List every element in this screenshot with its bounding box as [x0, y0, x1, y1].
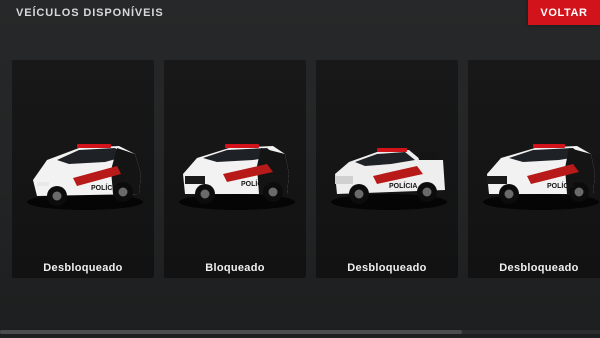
vehicle-card-hatchback[interactable]: POLÍCIA Desbloqueado — [12, 60, 154, 278]
horizontal-scrollbar[interactable] — [0, 330, 600, 334]
vehicle-status-label: Desbloqueado — [347, 262, 427, 274]
scrollbar-thumb[interactable] — [0, 330, 462, 334]
door-text: POLÍCIA — [547, 181, 575, 190]
door-text: POLÍCIA — [389, 181, 417, 190]
door-text: POLÍCIA — [241, 179, 269, 188]
police-hatchback-image: POLÍCIA — [27, 144, 143, 210]
door-text: POLÍCIA — [91, 183, 119, 192]
vehicle-card-compact-suv[interactable]: POLÍCIA Bloqueado — [164, 60, 306, 278]
vehicle-card-pickup[interactable]: POLÍCIA Desbloqueado — [316, 60, 458, 278]
vehicle-card-suv[interactable]: POLÍCIA Desbloqueado — [468, 60, 600, 278]
vehicle-list: POLÍCIA Desbloqueado POLÍCIA Bloqueado P… — [0, 0, 600, 338]
police-suv-image: POLÍCIA — [483, 144, 599, 210]
police-compact-suv-image: POLÍCIA — [179, 144, 295, 210]
police-pickup-image: POLÍCIA — [331, 148, 447, 210]
vehicle-status-label: Bloqueado — [205, 262, 265, 274]
vehicle-status-label: Desbloqueado — [43, 262, 123, 274]
vehicle-status-label: Desbloqueado — [499, 262, 579, 274]
